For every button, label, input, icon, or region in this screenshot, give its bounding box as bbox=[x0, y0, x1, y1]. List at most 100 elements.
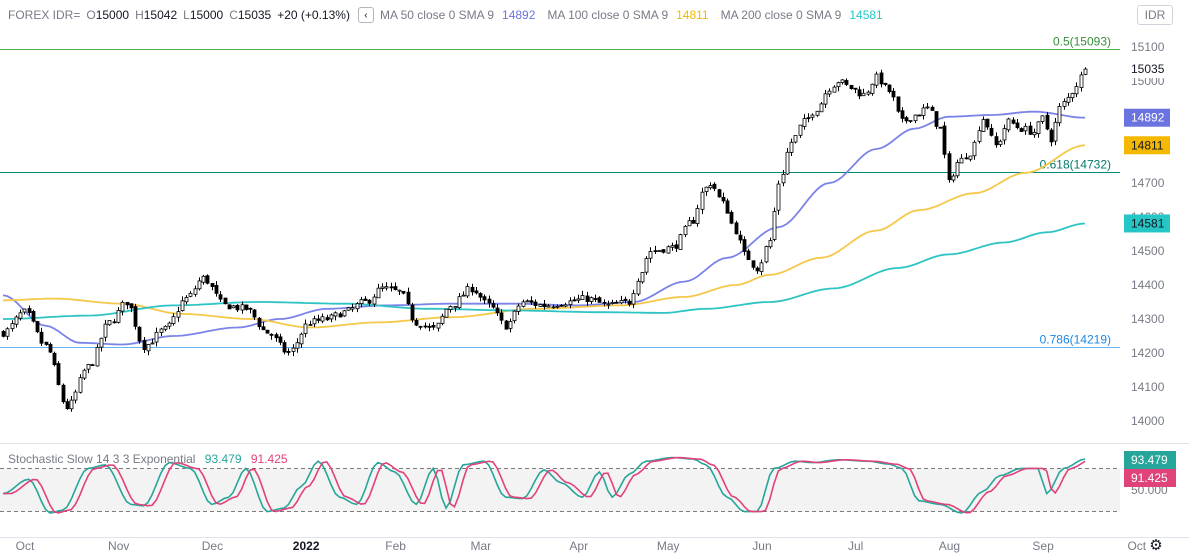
candle bbox=[465, 283, 470, 298]
ma100-label: MA 100 close 0 SMA 9 bbox=[547, 8, 669, 22]
candle bbox=[806, 113, 811, 123]
candle bbox=[303, 319, 308, 338]
candle bbox=[278, 333, 283, 346]
candle-body-down bbox=[39, 331, 44, 344]
candle-body-down bbox=[994, 136, 999, 146]
candle-body-up bbox=[457, 296, 462, 309]
candle-body-up bbox=[14, 316, 19, 325]
candle-body-up bbox=[925, 106, 930, 109]
candle-body-down bbox=[900, 110, 905, 119]
candle-body-up bbox=[815, 110, 820, 116]
candle-body-up bbox=[538, 304, 543, 307]
candle bbox=[636, 278, 641, 297]
candle-body-down bbox=[129, 303, 134, 309]
candle bbox=[61, 383, 66, 404]
candle bbox=[103, 319, 108, 342]
candle-body-up bbox=[508, 321, 513, 329]
candle bbox=[614, 300, 619, 304]
candle bbox=[985, 118, 990, 130]
candle bbox=[167, 321, 172, 330]
price-axis[interactable]: 1400014100142001430014400145001460014700… bbox=[1131, 40, 1165, 428]
candle bbox=[48, 342, 53, 354]
stoch-k-value: 93.479 bbox=[204, 452, 242, 466]
candle bbox=[657, 250, 662, 252]
candle bbox=[308, 320, 313, 326]
candle-body-down bbox=[853, 87, 858, 90]
candle-body-up bbox=[380, 286, 385, 289]
candle-body-down bbox=[857, 89, 862, 97]
candle bbox=[461, 291, 466, 297]
candle-body-up bbox=[384, 286, 389, 289]
candle-body-up bbox=[107, 320, 112, 326]
candle-body-up bbox=[163, 325, 168, 330]
candle-body-up bbox=[640, 272, 645, 283]
candle bbox=[1053, 117, 1058, 146]
candle-body-up bbox=[977, 130, 982, 142]
time-axis[interactable]: Oct Nov Dec 2022 Feb Mar Apr May Jun Jul Aug Sep Oct bbox=[16, 539, 1147, 553]
candle-body-down bbox=[593, 298, 598, 300]
price-tick-label: 14000 bbox=[1131, 414, 1165, 428]
candle-body-down bbox=[133, 306, 138, 327]
candle bbox=[248, 307, 253, 314]
candle bbox=[448, 305, 453, 313]
candle bbox=[1040, 115, 1045, 124]
gear-icon[interactable]: ⚙ bbox=[1148, 538, 1164, 554]
candle-body-up bbox=[355, 303, 360, 310]
price-chart[interactable]: 0.5(15093)0.618(14732)0.786(14219) 50.00… bbox=[0, 0, 1189, 558]
candle bbox=[171, 313, 176, 326]
candle-body-down bbox=[393, 286, 398, 290]
candle bbox=[879, 69, 884, 88]
candle bbox=[269, 333, 274, 340]
candle bbox=[56, 361, 61, 386]
ma100-value: 14811 bbox=[676, 8, 709, 22]
candle bbox=[142, 336, 147, 353]
candle bbox=[678, 233, 683, 250]
candle bbox=[31, 309, 36, 323]
candle bbox=[576, 294, 581, 303]
candle-body-down bbox=[602, 301, 607, 304]
candle bbox=[78, 374, 83, 394]
price-tick-label: 14700 bbox=[1131, 176, 1165, 190]
candle-body-up bbox=[73, 391, 78, 401]
currency-button[interactable]: IDR bbox=[1137, 5, 1173, 25]
chevron-left-icon[interactable]: ‹ bbox=[357, 7, 374, 23]
candle-body-up bbox=[461, 294, 466, 297]
low-value: 15000 bbox=[189, 8, 224, 22]
candle bbox=[312, 315, 317, 328]
candle-body-down bbox=[52, 352, 57, 366]
candle bbox=[764, 245, 769, 264]
candle bbox=[112, 318, 117, 324]
candle-body-down bbox=[205, 275, 210, 284]
price-tick-label: 14200 bbox=[1131, 346, 1165, 360]
candle-body-down bbox=[223, 297, 228, 305]
candle bbox=[798, 124, 803, 138]
candle-body-down bbox=[896, 96, 901, 112]
candle bbox=[1066, 93, 1071, 106]
candle-body-up bbox=[568, 300, 573, 306]
candle bbox=[619, 295, 624, 305]
candle bbox=[1011, 117, 1016, 125]
candle-body-up bbox=[657, 250, 662, 252]
candle bbox=[197, 277, 202, 291]
candle-body-down bbox=[930, 106, 935, 111]
candle-body-down bbox=[653, 250, 658, 253]
oscillator-legend: Stochastic Slow 14 3 3 Exponential 93.47… bbox=[8, 452, 288, 466]
candle bbox=[440, 313, 445, 326]
candle bbox=[776, 180, 781, 215]
candle-body-up bbox=[512, 310, 517, 322]
candle-body-down bbox=[252, 309, 257, 318]
candle-body-up bbox=[827, 90, 832, 95]
candle bbox=[73, 389, 78, 404]
candle-body-up bbox=[1053, 121, 1058, 142]
time-tick-label: Dec bbox=[202, 539, 223, 553]
candle bbox=[695, 204, 700, 227]
candle bbox=[994, 132, 999, 148]
candle-body-up bbox=[10, 323, 15, 330]
candle bbox=[738, 230, 743, 244]
candle-body-up bbox=[303, 323, 308, 334]
candle-body-down bbox=[904, 117, 909, 122]
candle-body-down bbox=[755, 267, 760, 272]
candle bbox=[478, 292, 483, 302]
candle bbox=[700, 187, 705, 215]
candle bbox=[815, 110, 820, 117]
